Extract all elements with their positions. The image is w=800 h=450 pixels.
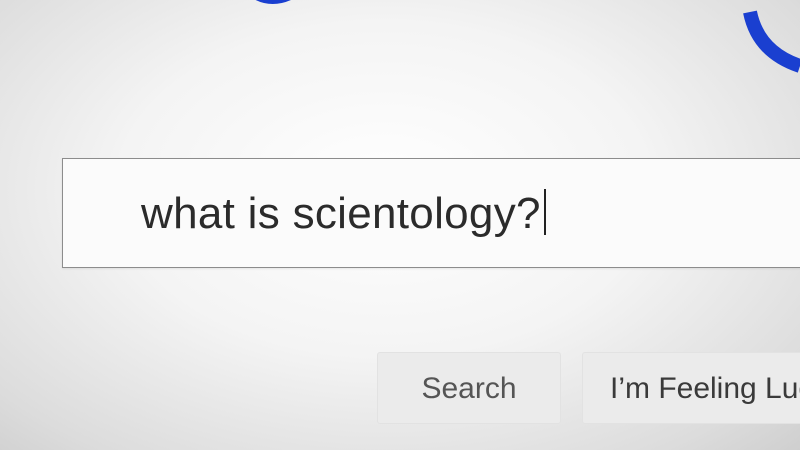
feeling-lucky-button[interactable]: I’m Feeling Luc	[582, 352, 800, 424]
search-button[interactable]: Search	[377, 352, 561, 424]
search-query-text: what is scientology?	[141, 189, 541, 238]
search-input[interactable]: what is scientology?	[141, 189, 546, 239]
logo-arc-right	[743, 10, 800, 73]
search-box[interactable]: what is scientology?	[62, 158, 800, 268]
text-caret	[543, 189, 546, 235]
